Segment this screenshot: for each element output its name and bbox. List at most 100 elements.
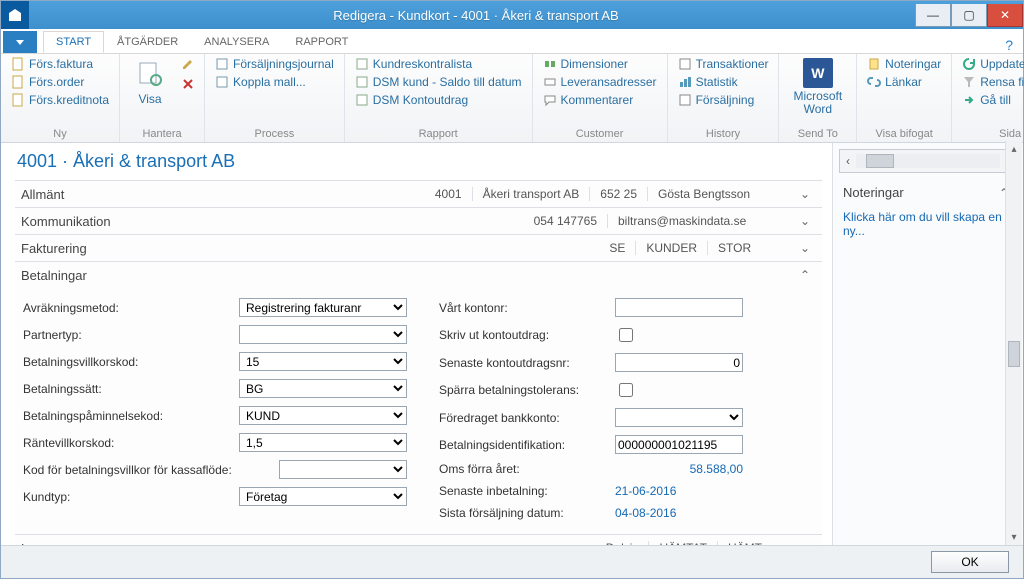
print-statement-checkbox[interactable]: [619, 328, 633, 342]
label-cashflow-terms: Kod för betalningsvillkor för kassaflöde…: [23, 463, 273, 477]
scroll-down-icon[interactable]: ▾: [1006, 529, 1022, 545]
edit-icon[interactable]: [180, 56, 196, 72]
label-last-statement-no: Senaste kontoutdragsnr:: [439, 356, 609, 370]
create-note-link[interactable]: Klicka här om du vill skapa en ny...: [833, 204, 1023, 244]
help-icon[interactable]: ?: [1005, 37, 1013, 53]
fasttab-general-header[interactable]: Allmänt 4001 Åkeri transport AB 652 25 G…: [15, 181, 822, 207]
application-method-select[interactable]: Registrering fakturanr: [239, 298, 407, 317]
dsm-balance[interactable]: DSM kund - Saldo till datum: [353, 74, 524, 90]
chevron-down-icon: ⌄: [796, 214, 814, 228]
statistics[interactable]: Statistik: [676, 74, 771, 90]
content-area: 4001 · Åkeri & transport AB Allmänt 4001…: [1, 143, 1023, 548]
window-title: Redigera - Kundkort - 4001 · Åkeri & tra…: [37, 8, 915, 23]
dimensions[interactable]: Dimensioner: [541, 56, 659, 72]
notes[interactable]: Noteringar: [865, 56, 943, 72]
label-partner-type: Partnertyp:: [23, 328, 233, 342]
chevron-down-icon: ⌄: [796, 187, 814, 201]
fasttab-payments-header[interactable]: Betalningar ⌃: [15, 262, 822, 288]
ok-button[interactable]: OK: [931, 551, 1009, 573]
view-button[interactable]: Visa: [128, 56, 172, 108]
label-reminder-code: Betalningspåminnelsekod:: [23, 409, 233, 423]
fasttab-invoicing-header[interactable]: Fakturering SE KUNDER STOR ⌄: [15, 235, 822, 261]
refresh[interactable]: Uppdatera: [960, 56, 1024, 72]
links[interactable]: Länkar: [865, 74, 943, 90]
close-button[interactable]: ✕: [987, 4, 1023, 27]
label-block-tolerance: Spärra betalningstolerans:: [439, 383, 609, 397]
file-dropdown[interactable]: [3, 31, 37, 53]
label-preferred-bank: Föredraget bankkonto:: [439, 411, 609, 425]
new-credit-memo[interactable]: Förs.kreditnota: [9, 92, 111, 108]
fasttab-communication: Kommunikation 054 147765 biltrans@maskin…: [15, 208, 822, 235]
group-history: History: [676, 126, 771, 142]
fin-charge-select[interactable]: 1,5: [239, 433, 407, 452]
label-fin-charge: Räntevillkorskod:: [23, 436, 233, 450]
group-sendto: Send To: [787, 126, 848, 142]
tab-report[interactable]: RAPPORT: [282, 31, 361, 53]
label-payment-id: Betalningsidentifikation:: [439, 438, 609, 452]
group-new: Ny: [9, 126, 111, 142]
preferred-bank-select[interactable]: [615, 408, 743, 427]
group-report: Rapport: [353, 126, 524, 142]
title-bar: Redigera - Kundkort - 4001 · Åkeri & tra…: [1, 1, 1023, 29]
sales[interactable]: Försäljning: [676, 92, 771, 108]
clear-filter[interactable]: Rensa filter: [960, 74, 1024, 90]
label-payment-terms: Betalningsvillkorskod:: [23, 355, 233, 369]
label-sales-last-year: Oms förra året:: [439, 462, 609, 476]
fasttab-payments: Betalningar ⌃ Avräkningsmetod: Registreri…: [15, 262, 822, 535]
cashflow-terms-select[interactable]: [279, 460, 407, 479]
hscroll-thumb[interactable]: [866, 154, 894, 168]
page-vscroll[interactable]: ▴ ▾: [1005, 141, 1022, 545]
factbox-hscroll[interactable]: ‹ ›: [839, 149, 1017, 173]
group-page: Sida: [960, 126, 1024, 142]
ribbon: Förs.faktura Förs.order Förs.kreditnota …: [1, 54, 1023, 143]
send-to-word[interactable]: W Microsoft Word: [787, 56, 848, 118]
go-to[interactable]: Gå till: [960, 92, 1024, 108]
our-account-input[interactable]: [615, 298, 743, 317]
fasttab-general: Allmänt 4001 Åkeri transport AB 652 25 G…: [15, 180, 822, 208]
factbox-pane: ‹ › Noteringar ⌃ Klicka här om du vill s…: [832, 143, 1023, 548]
scroll-up-icon[interactable]: ▴: [1006, 141, 1022, 157]
fasttab-communication-header[interactable]: Kommunikation 054 147765 biltrans@maskin…: [15, 208, 822, 234]
block-tolerance-checkbox[interactable]: [619, 383, 633, 397]
tab-start[interactable]: START: [43, 31, 104, 53]
new-sales-invoice[interactable]: Förs.faktura: [9, 56, 111, 72]
label-print-statement: Skriv ut kontoutdrag:: [439, 328, 609, 342]
new-sales-order[interactable]: Förs.order: [9, 74, 111, 90]
partner-type-select[interactable]: [239, 325, 407, 344]
sales-last-year-value[interactable]: 58.588,00: [615, 462, 743, 476]
last-sale-date-value[interactable]: 04-08-2016: [615, 506, 676, 520]
factbox-notes-header[interactable]: Noteringar ⌃: [833, 181, 1023, 204]
last-payment-value[interactable]: 21-06-2016: [615, 484, 676, 498]
transactions[interactable]: Transaktioner: [676, 56, 771, 72]
app-icon: [1, 1, 29, 29]
label-app-method: Avräkningsmetod:: [23, 301, 233, 315]
comments[interactable]: Kommentarer: [541, 92, 659, 108]
payment-terms-select[interactable]: 15: [239, 352, 407, 371]
tab-analyze[interactable]: ANALYSERA: [191, 31, 282, 53]
label-last-sale-date: Sista försäljning datum:: [439, 506, 609, 520]
group-manage: Hantera: [128, 126, 196, 142]
maximize-button[interactable]: ▢: [951, 4, 987, 27]
vscroll-thumb[interactable]: [1008, 341, 1020, 367]
payment-method-select[interactable]: BG: [239, 379, 407, 398]
group-customer: Customer: [541, 126, 659, 142]
delete-icon[interactable]: [180, 76, 196, 92]
sales-journal[interactable]: Försäljningsjournal: [213, 56, 336, 72]
tab-actions[interactable]: ÅTGÄRDER: [104, 31, 191, 53]
customer-type-select[interactable]: Företag: [239, 487, 407, 506]
label-customer-type: Kundtyp:: [23, 490, 233, 504]
reminder-code-select[interactable]: KUND: [239, 406, 407, 425]
scroll-left-icon[interactable]: ‹: [840, 154, 856, 168]
payment-id-input[interactable]: [615, 435, 743, 454]
last-statement-no-input[interactable]: [615, 353, 743, 372]
dsm-statement[interactable]: DSM Kontoutdrag: [353, 92, 524, 108]
ship-to-addresses[interactable]: Leveransadresser: [541, 74, 659, 90]
apply-template[interactable]: Koppla mall...: [213, 74, 336, 90]
bottom-bar: OK: [1, 545, 1023, 578]
label-our-account: Vårt kontonr:: [439, 301, 609, 315]
main-pane: 4001 · Åkeri & transport AB Allmänt 4001…: [1, 143, 832, 548]
customer-ledger-list[interactable]: Kundreskontralista: [353, 56, 524, 72]
fasttab-invoicing: Fakturering SE KUNDER STOR ⌄: [15, 235, 822, 262]
minimize-button[interactable]: —: [915, 4, 951, 27]
chevron-down-icon: ⌄: [796, 241, 814, 255]
